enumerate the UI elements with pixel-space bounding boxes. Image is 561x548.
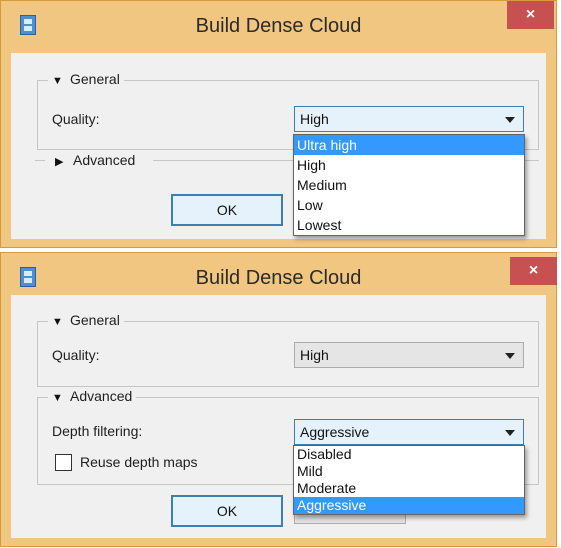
depth-filtering-label: Depth filtering: <box>52 423 143 439</box>
caret-down-icon <box>505 353 515 359</box>
build-dense-cloud-dialog-2: Build Dense Cloud × ▼ General Quality: Hi… <box>0 252 557 547</box>
depth-filtering-value: Aggressive <box>300 424 370 440</box>
quality-dropdown-list: Ultra high High Medium Low Lowest <box>293 134 525 236</box>
depth-option[interactable]: Disabled <box>294 446 524 463</box>
window-title: Build Dense Cloud <box>195 15 362 37</box>
advanced-divider-left <box>35 160 45 161</box>
reuse-depth-maps-label: Reuse depth maps <box>80 454 198 470</box>
window-title: Build Dense Cloud <box>195 267 362 289</box>
close-button[interactable]: × <box>507 1 554 29</box>
quality-select-value: High <box>300 111 329 127</box>
triangle-right-icon: ▶ <box>55 156 64 168</box>
quality-label: Quality: <box>52 347 100 363</box>
quality-option[interactable]: Low <box>294 195 524 215</box>
quality-option[interactable]: Lowest <box>294 215 524 235</box>
general-header-label: General <box>70 71 120 87</box>
dialog-body: ▼ General Quality: High ▼ Advanced Depth f… <box>11 295 546 538</box>
quality-select[interactable]: High <box>294 342 524 368</box>
advanced-header-label: Advanced <box>73 152 136 168</box>
depth-option[interactable]: Aggressive <box>294 497 524 514</box>
advanced-header[interactable]: ▼ Advanced <box>48 388 137 404</box>
triangle-down-icon: ▼ <box>52 75 63 87</box>
general-header[interactable]: ▼ General <box>48 71 124 87</box>
advanced-header-label: Advanced <box>70 388 133 404</box>
advanced-header[interactable]: ▶ Advanced <box>55 152 135 168</box>
caret-down-icon <box>505 117 515 123</box>
caret-down-icon <box>505 430 515 436</box>
ok-button[interactable]: OK <box>171 495 283 527</box>
quality-option[interactable]: Ultra high <box>294 135 524 155</box>
build-dense-cloud-dialog-1: Build Dense Cloud × ▼ General Quality: Hi… <box>0 0 557 248</box>
quality-option[interactable]: High <box>294 155 524 175</box>
depth-option[interactable]: Moderate <box>294 480 524 497</box>
quality-select[interactable]: High <box>294 106 524 132</box>
depth-option[interactable]: Mild <box>294 463 524 480</box>
quality-label: Quality: <box>52 111 100 127</box>
reuse-depth-maps-checkbox[interactable] <box>55 454 72 471</box>
depth-filtering-select[interactable]: Aggressive <box>294 419 524 445</box>
general-header-label: General <box>70 312 120 328</box>
quality-select-value: High <box>300 347 329 363</box>
quality-option[interactable]: Medium <box>294 175 524 195</box>
close-button[interactable]: × <box>510 257 557 285</box>
title-bar[interactable]: Build Dense Cloud × <box>1 1 556 51</box>
dialog-body: ▼ General Quality: High ▶ Advanced OK Ultr… <box>11 53 546 239</box>
triangle-down-icon: ▼ <box>52 392 63 404</box>
ok-button[interactable]: OK <box>171 194 283 226</box>
triangle-down-icon: ▼ <box>52 316 63 328</box>
general-header[interactable]: ▼ General <box>48 312 124 328</box>
depth-filtering-dropdown-list: Disabled Mild Moderate Aggressive <box>293 445 525 515</box>
